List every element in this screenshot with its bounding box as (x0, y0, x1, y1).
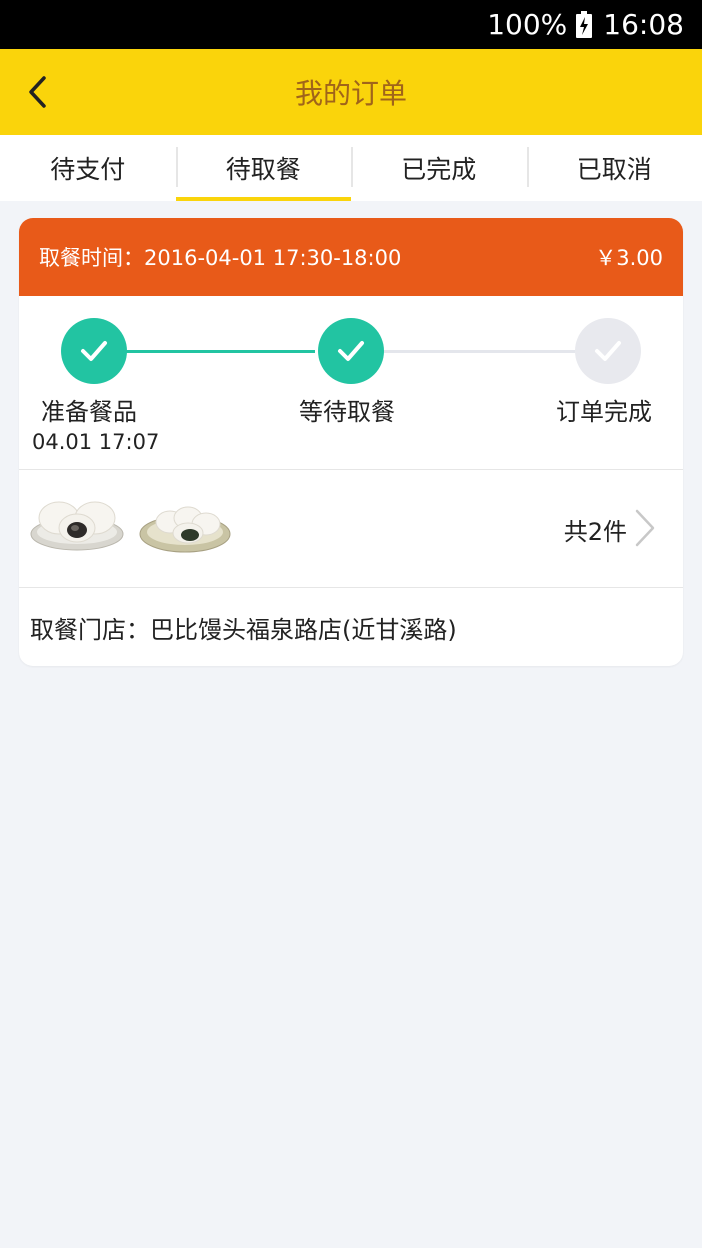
order-price: ￥3.00 (595, 246, 663, 270)
status-bar: 100% 16:08 (0, 0, 702, 49)
battery-percent: 100% (487, 8, 568, 41)
tab-pending-pickup[interactable]: 待取餐 (175, 135, 352, 201)
step-label-complete: 订单完成 (556, 398, 652, 426)
battery-charging-icon (575, 10, 593, 39)
progress-line-done (125, 350, 315, 353)
app-bar: 我的订单 (0, 49, 702, 135)
step-time-prepare: 04.01 17:07 (32, 430, 160, 454)
order-items-row[interactable]: 共2件 (19, 470, 683, 588)
tab-pending-payment[interactable]: 待支付 (0, 135, 176, 201)
item-count: 共2件 (563, 518, 627, 546)
progress-line-pending (381, 350, 575, 353)
step-waiting-check-icon (318, 318, 384, 384)
step-label-waiting: 等待取餐 (299, 398, 395, 426)
pickup-time: 取餐时间：2016-04-01 17:30-18:00 (39, 246, 402, 270)
pickup-store: 取餐门店：巴比馒头福泉路店(近甘溪路) (30, 615, 457, 644)
order-card-header: 取餐时间：2016-04-01 17:30-18:00 ￥3.00 (19, 218, 683, 296)
tab-completed[interactable]: 已完成 (351, 135, 527, 201)
order-status-tabs: 待支付 待取餐 已完成 已取消 (0, 135, 702, 201)
page-title: 我的订单 (294, 77, 407, 110)
chevron-right-icon (635, 509, 655, 547)
tab-cancelled[interactable]: 已取消 (526, 135, 702, 201)
clock: 16:08 (603, 8, 684, 41)
step-complete-check-icon (575, 318, 641, 384)
steamed-bun-plate-image (139, 506, 231, 553)
order-card[interactable]: 取餐时间：2016-04-01 17:30-18:00 ￥3.00 准备餐品 0… (19, 218, 683, 666)
step-prepare-check-icon (61, 318, 127, 384)
order-progress: 准备餐品 04.01 17:07 等待取餐 订单完成 (19, 296, 683, 470)
back-chevron-icon[interactable] (22, 74, 58, 110)
steamed-bun-image (30, 501, 124, 551)
step-label-prepare: 准备餐品 (41, 398, 137, 426)
